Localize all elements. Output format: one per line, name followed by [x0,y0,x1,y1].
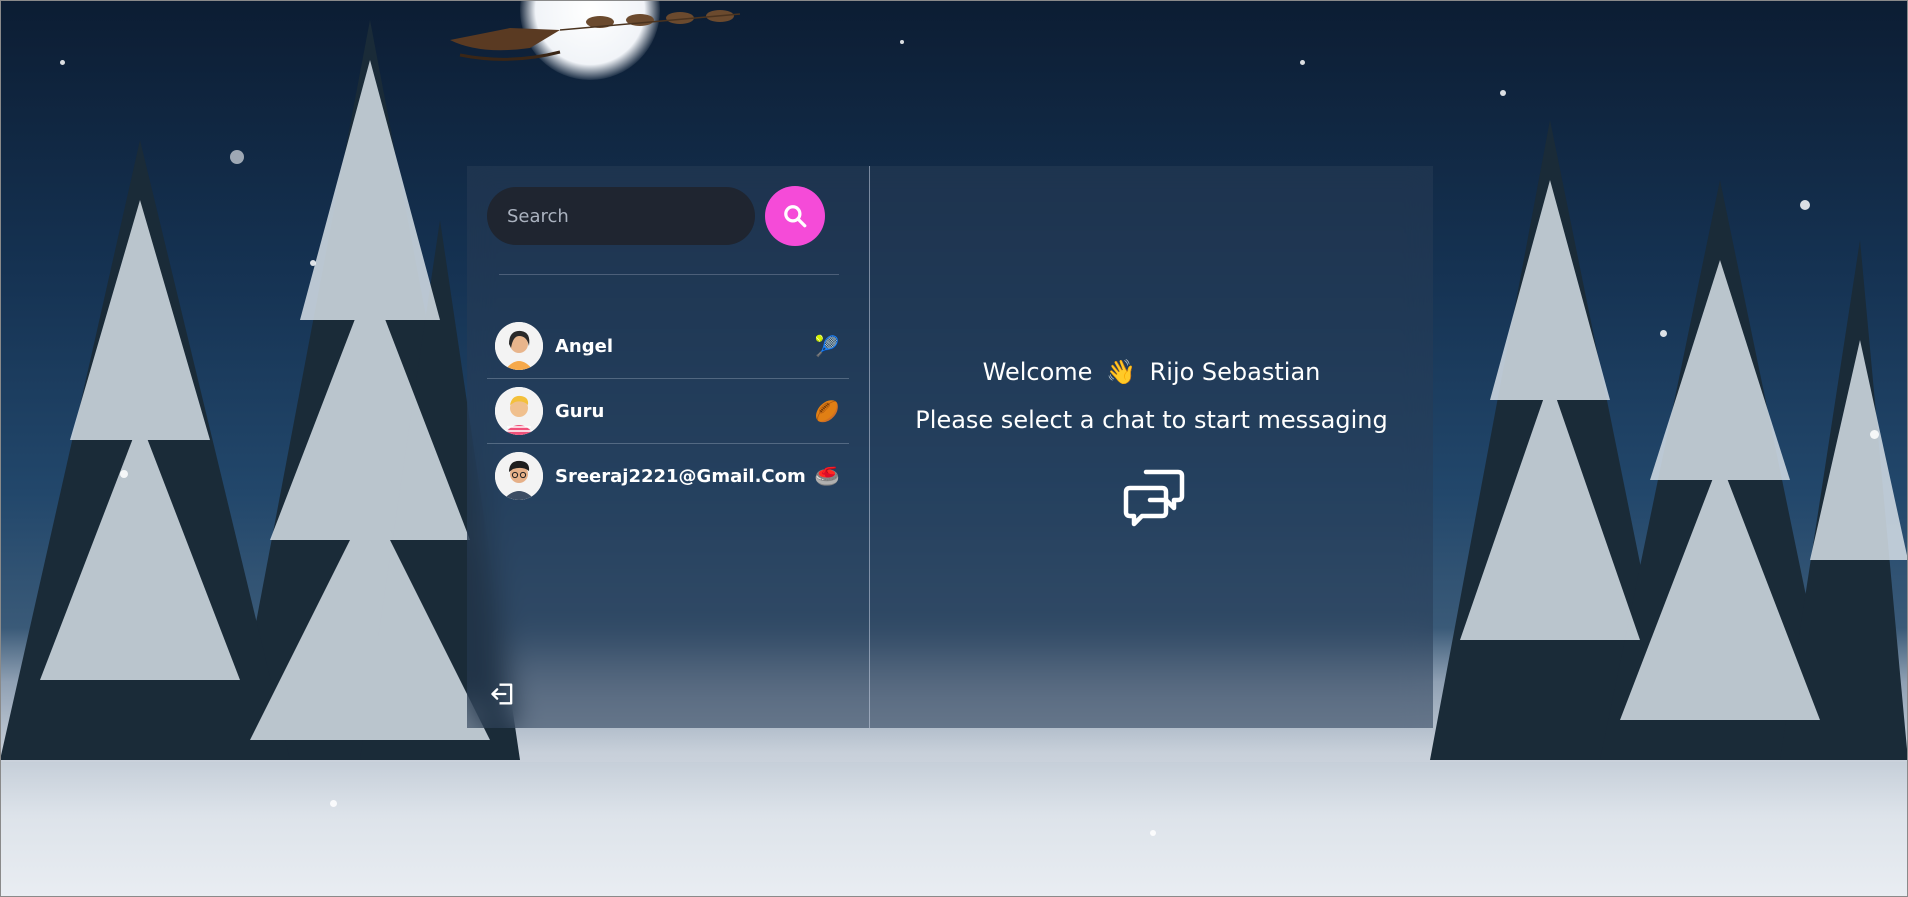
welcome-message: Welcome 👋 Rijo Sebastian [870,360,1433,384]
sidebar: Angel 🎾 Guru 🏉 [467,166,870,728]
snowflake [1660,330,1667,337]
chat-app-panel: Angel 🎾 Guru 🏉 [467,166,1433,728]
welcome-prefix: Welcome [982,358,1093,386]
snowflake [310,260,316,266]
snowflake [900,40,904,44]
curling-stone-icon: 🥌 [814,464,840,488]
chat-name: Angel [555,335,614,357]
snowflake [1500,90,1506,96]
snowflake [1870,430,1879,439]
snowflake [1150,830,1156,836]
left-snowy-trees [0,20,520,760]
logout-button[interactable] [487,678,519,710]
logout-icon [491,683,513,705]
search-bar [487,186,825,246]
chat-bubbles-icon [1123,469,1185,527]
avatar-man-glasses-icon [495,452,543,500]
search-icon [784,205,807,228]
snowflake [1800,200,1810,210]
snowflake [120,470,128,478]
search-input[interactable] [487,187,755,245]
chat-item-guru[interactable]: Guru 🏉 [487,379,849,444]
chat-item-angel[interactable]: Angel 🎾 [487,314,849,379]
chat-item-sreeraj[interactable]: Sreeraj2221@Gmail.Com 🥌 [487,444,849,508]
waving-hand-icon: 👋 [1106,358,1136,386]
avatar-man-pink-shirt-icon [495,387,543,435]
right-snowy-trees [1430,120,1908,760]
snowflake [1300,60,1305,65]
user-name: Rijo Sebastian [1149,358,1321,386]
search-button[interactable] [765,186,825,246]
chat-list: Angel 🎾 Guru 🏉 Sreeraj2221@Gmail.Com 🥌 [487,314,849,508]
chat-name: Sreeraj2221@Gmail.Com [555,465,806,487]
rugby-ball-icon: 🏉 [814,399,840,423]
snowflake [230,150,244,164]
sidebar-divider [499,274,839,275]
chat-name: Guru [555,400,605,422]
snow-ground [0,762,1908,897]
tennis-icon: 🎾 [814,334,840,358]
snowflake [60,60,65,65]
select-chat-prompt: Please select a chat to start messaging [915,406,1388,434]
snowflake [330,800,337,807]
avatar-woman-icon [495,322,543,370]
chat-main-area: Welcome 👋 Rijo Sebastian Please select a… [870,166,1433,728]
